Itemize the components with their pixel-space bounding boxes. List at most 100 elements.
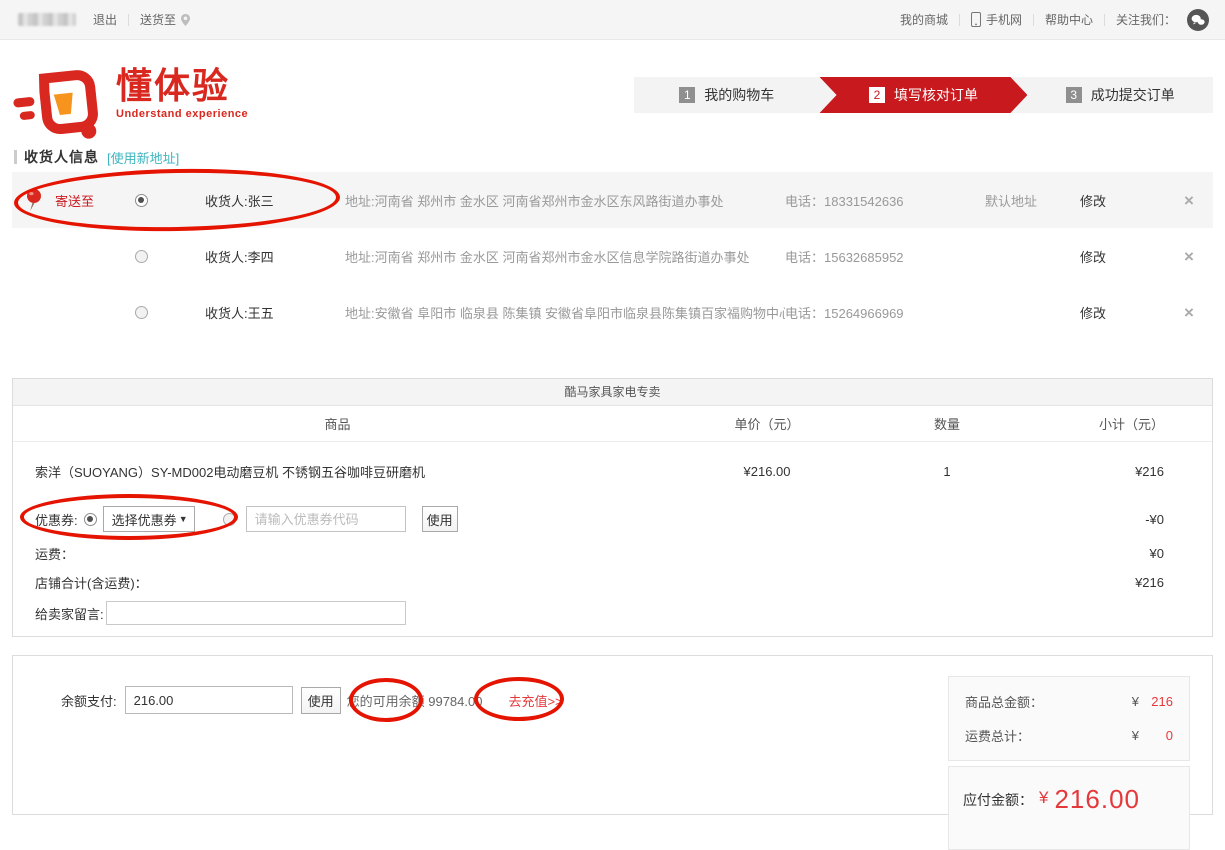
- pin-icon: [12, 188, 55, 212]
- default-address-tag: 默认地址: [985, 191, 1080, 210]
- address-row[interactable]: 收货人:李四 地址:河南省 郑州市 金水区 河南省郑州市金水区信息学院路街道办事…: [12, 228, 1213, 284]
- step-3-label: 成功提交订单: [1091, 85, 1175, 105]
- seller-message-row: 给卖家留言:: [13, 601, 1212, 625]
- consignee-name: 收货人:王五: [159, 303, 345, 322]
- use-new-address-link[interactable]: [使用新地址]: [107, 148, 179, 167]
- ship-to-link[interactable]: 送货至: [129, 11, 201, 28]
- shop-name: 酷马家具家电专卖: [13, 379, 1212, 406]
- col-subtotal: 小计（元）: [1022, 414, 1212, 433]
- coupon-discount-value: -¥0: [1145, 512, 1212, 527]
- freight-total-row: 运费总计： ¥ 0: [965, 726, 1173, 745]
- coupon-row: 优惠券: 选择优惠券 ▼ 使用 -¥0: [13, 499, 1212, 539]
- coupon-code-input[interactable]: [246, 506, 406, 532]
- seller-message-input[interactable]: [106, 601, 406, 625]
- payable-amount-box: 应付金额： ¥ 216.00: [948, 766, 1190, 850]
- logo-text: 懂体验 Understand experience: [116, 66, 248, 120]
- step-2-badge: 2: [869, 87, 885, 103]
- summary-totals-box: 商品总金额： ¥ 216 运费总计： ¥ 0: [948, 676, 1190, 761]
- payment-box: 余额支付: 使用 您的可用余额 99784.00 去充值>> 商品总金额： ¥ …: [12, 655, 1213, 815]
- phone-icon: [971, 12, 981, 27]
- shop-total-row: 店铺合计(含运费)： ¥216: [13, 568, 1212, 596]
- address-row[interactable]: 寄送至 收货人:张三 地址:河南省 郑州市 金水区 河南省郑州市金水区东风路街道…: [12, 172, 1213, 228]
- ship-to-label: 寄送至: [55, 191, 123, 210]
- item-subtotal: ¥216: [1022, 464, 1212, 479]
- topbar-right: 我的商城 手机网 帮助中心 关注我们：: [889, 9, 1209, 31]
- shop-total-label: 店铺合计(含运费)：: [35, 573, 148, 592]
- edit-address-link[interactable]: 修改: [1080, 303, 1165, 322]
- address-radio[interactable]: [135, 306, 148, 319]
- consignee-title: 收货人信息: [24, 147, 99, 167]
- step-1-badge: 1: [679, 87, 695, 103]
- wechat-icon[interactable]: [1187, 9, 1209, 31]
- section-bar: [14, 150, 17, 164]
- col-price: 单价（元）: [662, 414, 872, 433]
- shipping-label: 运费：: [35, 544, 74, 563]
- coupon-label: 优惠券:: [35, 510, 78, 529]
- cart-logo-icon: [10, 65, 109, 146]
- address-radio[interactable]: [135, 250, 148, 263]
- edit-address-link[interactable]: 修改: [1080, 247, 1165, 266]
- step-submit-success[interactable]: 3 成功提交订单: [1027, 77, 1213, 113]
- my-mall-link[interactable]: 我的商城: [889, 11, 959, 28]
- consignee-name: 收货人:张三: [159, 191, 345, 210]
- logout-link[interactable]: 退出: [82, 11, 128, 28]
- goods-total-value: 216: [1147, 694, 1173, 709]
- col-product: 商品: [13, 414, 662, 433]
- balance-pay-row: 余额支付: 使用 您的可用余额 99784.00 去充值>>: [61, 686, 563, 714]
- payable-value: 216.00: [1054, 784, 1140, 815]
- edit-address-link[interactable]: 修改: [1080, 191, 1165, 210]
- address-row[interactable]: 收货人:王五 地址:安徽省 阜阳市 临泉县 陈集镇 安徽省阜阳市临泉县陈集镇百家…: [12, 284, 1213, 340]
- step-2-label: 填写核对订单: [894, 85, 978, 105]
- step-confirm-order[interactable]: 2 填写核对订单: [820, 77, 1028, 113]
- freight-total-currency: ¥: [1132, 728, 1139, 743]
- coupon-select-value: 选择优惠券: [112, 510, 179, 529]
- col-qty: 数量: [872, 414, 1022, 433]
- topbar-left: 退出 送货至: [16, 11, 201, 28]
- item-title: 索洋（SUOYANG）SY-MD002电动磨豆机 不锈钢五谷咖啡豆研磨机: [13, 462, 662, 481]
- balance-pay-label: 余额支付:: [61, 691, 117, 710]
- step-1-label: 我的购物车: [704, 85, 774, 105]
- freight-total-label: 运费总计：: [965, 726, 1030, 745]
- coupon-use-button[interactable]: 使用: [422, 506, 458, 532]
- goods-total-label: 商品总金额：: [965, 692, 1043, 711]
- delete-address-icon[interactable]: ×: [1165, 248, 1213, 265]
- consignee-address: 地址:安徽省 阜阳市 临泉县 陈集镇 安徽省阜阳市临泉县陈集镇百家福购物中心: [345, 303, 785, 322]
- follow-us-label: 关注我们：: [1105, 11, 1187, 28]
- consignee-phone: 电话：15632685952: [785, 247, 985, 266]
- item-price: ¥216.00: [662, 464, 872, 479]
- item-qty: 1: [872, 464, 1022, 479]
- coupon-code-radio[interactable]: [223, 513, 236, 526]
- shipping-row: 运费： ¥0: [13, 539, 1212, 568]
- recharge-link[interactable]: 去充值>>: [508, 691, 562, 710]
- step-3-badge: 3: [1066, 87, 1082, 103]
- balance-use-button[interactable]: 使用: [301, 687, 341, 714]
- step-cart[interactable]: 1 我的购物车: [634, 77, 820, 113]
- consignee-name: 收货人:李四: [159, 247, 345, 266]
- order-table-header: 商品 单价（元） 数量 小计（元）: [13, 406, 1212, 442]
- freight-total-value: 0: [1147, 728, 1173, 743]
- coupon-select-dropdown[interactable]: 选择优惠券 ▼: [103, 506, 195, 532]
- shipping-value: ¥0: [1150, 546, 1212, 561]
- mobile-site-label: 手机网: [986, 11, 1022, 28]
- address-radio-selected[interactable]: [135, 194, 148, 207]
- mobile-site-link[interactable]: 手机网: [960, 11, 1033, 28]
- logo-subtitle: Understand experience: [116, 108, 248, 120]
- available-balance-text: 您的可用余额 99784.00: [347, 691, 483, 710]
- order-item-row: 索洋（SUOYANG）SY-MD002电动磨豆机 不锈钢五谷咖啡豆研磨机 ¥21…: [13, 442, 1212, 499]
- topbar: 退出 送货至 我的商城 手机网 帮助中心 关注我们：: [0, 0, 1225, 40]
- delete-address-icon[interactable]: ×: [1165, 304, 1213, 321]
- checkout-steps: 1 我的购物车 2 填写核对订单 3 成功提交订单: [634, 77, 1213, 113]
- help-center-link[interactable]: 帮助中心: [1034, 11, 1104, 28]
- balance-amount-input[interactable]: [125, 686, 293, 714]
- ship-to-label: 送货至: [140, 11, 176, 28]
- consignee-phone: 电话：15264966969: [785, 303, 985, 322]
- coupon-select-radio[interactable]: [84, 513, 97, 526]
- username-masked: [18, 13, 76, 26]
- order-box: 酷马家具家电专卖 商品 单价（元） 数量 小计（元） 索洋（SUOYANG）SY…: [12, 378, 1213, 637]
- site-logo[interactable]: 懂体验 Understand experience: [14, 66, 248, 142]
- delete-address-icon[interactable]: ×: [1165, 192, 1213, 209]
- order-summary: 商品总金额： ¥ 216 运费总计： ¥ 0 应付金额： ¥ 216.00: [948, 676, 1190, 850]
- consignee-section-title: 收货人信息 [使用新地址]: [14, 147, 179, 167]
- goods-total-row: 商品总金额： ¥ 216: [965, 692, 1173, 711]
- consignee-address: 地址:河南省 郑州市 金水区 河南省郑州市金水区东风路街道办事处: [345, 191, 785, 210]
